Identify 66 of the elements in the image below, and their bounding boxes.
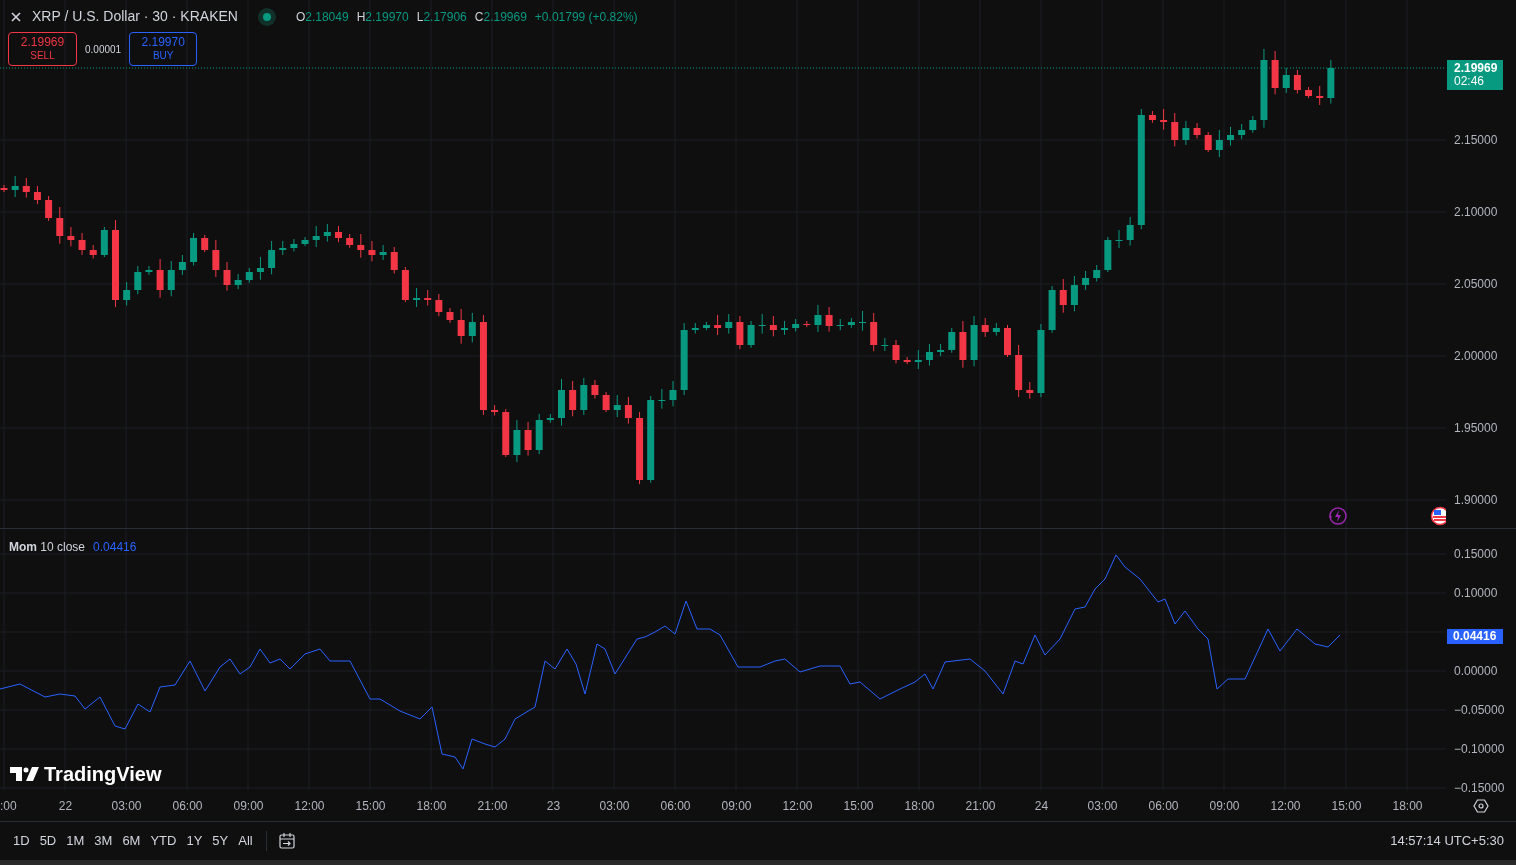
- momentum-tick-label: −0.05000: [1454, 701, 1505, 719]
- time-tick-label: 21:00: [477, 797, 508, 815]
- time-tick-label: 15:00: [1331, 797, 1362, 815]
- sell-button[interactable]: 2.19969 SELL: [8, 32, 77, 66]
- range-button[interactable]: All: [233, 829, 258, 853]
- range-button[interactable]: 1Y: [181, 829, 208, 853]
- time-tick-label: 03:00: [111, 797, 142, 815]
- spread-value: 0.00001: [85, 42, 122, 57]
- range-button[interactable]: 1M: [61, 829, 90, 853]
- logo-text: TradingView: [44, 762, 162, 787]
- ohlc-value: O2.18049: [295, 8, 349, 26]
- lightning-icon[interactable]: [1326, 506, 1348, 526]
- indicator-name[interactable]: Mom 10 close: [9, 538, 86, 556]
- range-button[interactable]: 3M: [89, 829, 118, 853]
- time-tick-label: 23: [546, 797, 561, 815]
- time-tick-label: 12:00: [294, 797, 325, 815]
- time-tick-label: 22: [58, 797, 73, 815]
- range-button[interactable]: 5D: [34, 829, 62, 853]
- price-tick-label: 2.15000: [1454, 132, 1498, 149]
- momentum-tick-label: 0.00000: [1454, 662, 1498, 680]
- time-tick-label: 12:00: [782, 797, 813, 815]
- range-button[interactable]: 5Y: [207, 829, 234, 853]
- time-tick-label: 06:00: [660, 797, 691, 815]
- time-tick-label: 18:00: [1392, 797, 1423, 815]
- price-change: +0.01799 (+0.82%): [534, 8, 638, 26]
- time-tick-label: 09:00: [721, 797, 752, 815]
- range-button[interactable]: 6M: [117, 829, 146, 853]
- ohlc-value: H2.19970: [356, 8, 409, 26]
- buy-button[interactable]: 2.19970 BUY: [129, 32, 198, 66]
- time-tick-label: 24: [1034, 797, 1049, 815]
- settings-icon[interactable]: [1473, 797, 1489, 814]
- range-button[interactable]: YTD: [145, 829, 182, 853]
- ohlc-value: C2.19969: [474, 8, 527, 26]
- time-tick-label: 15:00: [355, 797, 386, 815]
- time-tick-label: 15:00: [843, 797, 874, 815]
- range-button[interactable]: 1D: [8, 829, 35, 853]
- time-tick-label: 09:00: [233, 797, 264, 815]
- momentum-tick-label: −0.15000: [1454, 779, 1505, 797]
- symbol-title[interactable]: XRP / U.S. Dollar · 30 · KRAKEN: [32, 6, 238, 27]
- price-tick-label: 2.00000: [1454, 348, 1498, 365]
- price-tick-label: 2.10000: [1454, 204, 1498, 221]
- indicator-value: 0.04416: [93, 539, 137, 556]
- market-status-icon: [257, 7, 276, 26]
- time-tick-label: 18:00: [416, 797, 447, 815]
- ohlc-value: L2.17906: [416, 8, 467, 26]
- time-tick-label: 03:00: [1087, 797, 1118, 815]
- price-tick-label: 1.90000: [1454, 492, 1498, 509]
- momentum-tick-label: −0.10000: [1454, 740, 1505, 758]
- momentum-value-label: 0.04416: [1447, 629, 1503, 644]
- time-tick-label: :00: [0, 798, 17, 813]
- last-price-label: 2.19969 02:46: [1447, 60, 1503, 90]
- logo-icon: [10, 766, 40, 782]
- price-tick-label: 2.05000: [1454, 276, 1498, 293]
- momentum-tick-label: 0.10000: [1454, 584, 1498, 602]
- time-tick-label: 06:00: [172, 797, 203, 815]
- clock-text: 14:57:14 UTC+5:30: [1390, 832, 1504, 851]
- time-tick-label: 18:00: [904, 797, 935, 815]
- date-range-icon[interactable]: [276, 831, 297, 851]
- time-tick-label: 12:00: [1270, 797, 1301, 815]
- time-tick-label: 06:00: [1148, 797, 1179, 815]
- price-tick-label: 1.95000: [1454, 420, 1498, 437]
- time-tick-label: 21:00: [965, 797, 996, 815]
- time-tick-label: 09:00: [1209, 797, 1240, 815]
- momentum-tick-label: 0.15000: [1454, 545, 1498, 563]
- flag-icon[interactable]: [1430, 506, 1446, 526]
- time-tick-label: 03:00: [599, 797, 630, 815]
